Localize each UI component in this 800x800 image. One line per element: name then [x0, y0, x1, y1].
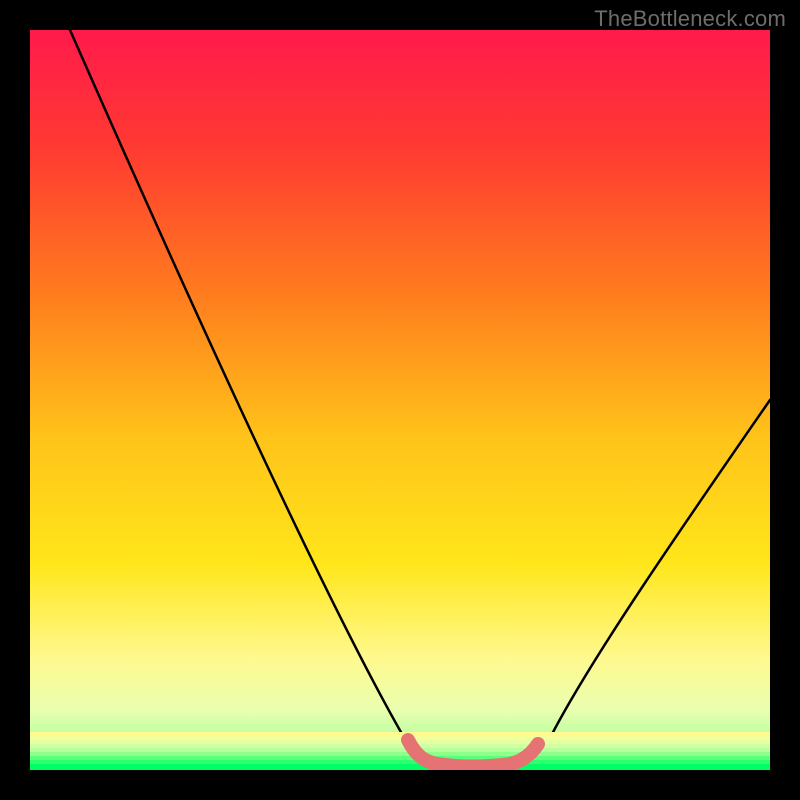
- gradient-background: [30, 30, 770, 770]
- watermark-text: TheBottleneck.com: [594, 6, 786, 32]
- plot-area: [30, 30, 770, 770]
- chart-frame: TheBottleneck.com: [0, 0, 800, 800]
- gradient-stripe: [30, 764, 770, 770]
- bottom-stripe-band: [30, 732, 770, 770]
